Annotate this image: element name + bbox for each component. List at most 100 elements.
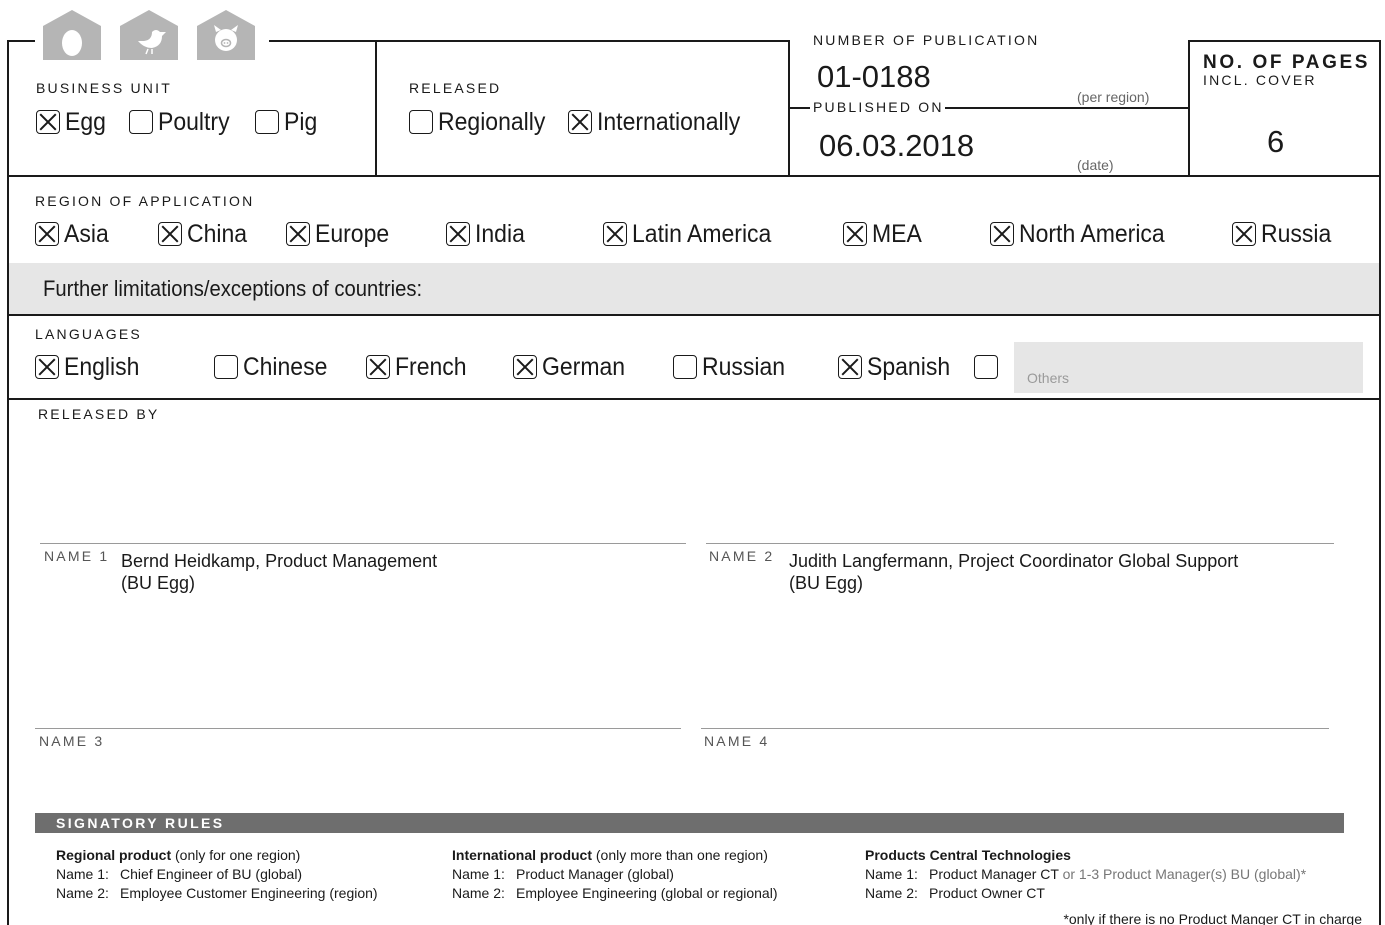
region-label: REGION OF APPLICATION xyxy=(35,193,255,209)
limitations-field[interactable]: Further limitations/exceptions of countr… xyxy=(9,263,1379,314)
region-europe-option[interactable]: Europe xyxy=(286,219,396,249)
region-mea-label: MEA xyxy=(872,219,922,248)
checkbox-checked[interactable] xyxy=(35,355,59,379)
lang-others-option[interactable] xyxy=(974,352,1003,382)
regional-heading: Regional product xyxy=(56,847,172,863)
checkbox-checked[interactable] xyxy=(603,222,627,246)
checkbox-unchecked[interactable] xyxy=(673,355,697,379)
international-name2-label: Name 2: xyxy=(452,885,505,901)
checkbox-checked[interactable] xyxy=(446,222,470,246)
regional-name1: Chief Engineer of BU (global) xyxy=(120,866,303,882)
lang-french-option[interactable]: French xyxy=(366,352,473,382)
central-name1-label: Name 1: xyxy=(865,866,918,882)
checkbox-checked[interactable] xyxy=(36,110,60,134)
others-placeholder: Others xyxy=(1027,370,1070,386)
released-regionally-label: Regionally xyxy=(438,107,546,136)
signatory-rules-title: SIGNATORY RULES xyxy=(56,815,225,831)
checkbox-checked[interactable] xyxy=(513,355,537,379)
lang-english-option[interactable]: English xyxy=(35,352,146,382)
signatory-footnote: *only if there is no Product Manger CT i… xyxy=(1063,911,1362,925)
bird-icon xyxy=(120,10,178,60)
checkbox-unchecked[interactable] xyxy=(214,355,238,379)
name3-label: NAME 3 xyxy=(39,733,105,749)
international-name1-label: Name 1: xyxy=(452,866,505,882)
checkbox-unchecked[interactable] xyxy=(974,355,998,379)
central-name2: Product Owner CT xyxy=(929,885,1045,901)
bu-pig-option[interactable]: Pig xyxy=(255,107,320,137)
pig-icon xyxy=(197,10,255,60)
checkbox-unchecked[interactable] xyxy=(129,110,153,134)
bu-pig-label: Pig xyxy=(284,107,318,136)
lang-russian-option[interactable]: Russian xyxy=(673,352,792,382)
region-asia-option[interactable]: Asia xyxy=(35,219,113,249)
lang-german-option[interactable]: German xyxy=(513,352,632,382)
lang-french-label: French xyxy=(395,352,467,381)
checkbox-checked[interactable] xyxy=(838,355,862,379)
region-india-label: India xyxy=(475,219,525,248)
name2-label: NAME 2 xyxy=(709,548,775,564)
region-china-label: China xyxy=(187,219,248,248)
region-latin-america-label: Latin America xyxy=(632,219,772,248)
region-mea-option[interactable]: MEA xyxy=(843,219,926,249)
lang-russian-label: Russian xyxy=(702,352,786,381)
central-name1-extra: or 1-3 Product Manager(s) BU (global)* xyxy=(1058,866,1307,882)
business-unit-label: BUSINESS UNIT xyxy=(36,80,172,96)
regional-name2-label: Name 2: xyxy=(56,885,109,901)
released-internationally-option[interactable]: Internationally xyxy=(568,107,753,137)
region-asia-label: Asia xyxy=(64,219,109,248)
lang-spanish-option[interactable]: Spanish xyxy=(838,352,957,382)
region-north-america-label: North America xyxy=(1019,219,1165,248)
central-technologies-rules: Products Central Technologies Name 1: Pro… xyxy=(865,846,1306,903)
region-europe-label: Europe xyxy=(315,219,390,248)
regional-name2: Employee Customer Engineering (region) xyxy=(120,885,378,901)
region-russia-label: Russia xyxy=(1261,219,1332,248)
checkbox-unchecked[interactable] xyxy=(409,110,433,134)
international-product-rules: International product (only more than on… xyxy=(452,846,778,903)
lang-chinese-option[interactable]: Chinese xyxy=(214,352,335,382)
region-latin-america-option[interactable]: Latin America xyxy=(603,219,783,249)
international-name1: Product Manager (global) xyxy=(516,866,674,882)
signatory-rules-header: SIGNATORY RULES xyxy=(35,813,1344,833)
others-input[interactable]: Others xyxy=(1014,342,1363,393)
pages-label: NO. OF PAGES xyxy=(1203,52,1371,73)
name2-line1: Judith Langfermann, Project Coordinator … xyxy=(789,551,1239,571)
regional-product-rules: Regional product (only for one region) N… xyxy=(56,846,378,903)
region-china-option[interactable]: China xyxy=(158,219,252,249)
publication-number-value: 01-0188 xyxy=(817,59,931,94)
checkbox-checked[interactable] xyxy=(990,222,1014,246)
international-name2: Employee Engineering (global or regional… xyxy=(516,885,778,901)
name1-value: Bernd Heidkamp, Product Management (BU E… xyxy=(121,550,437,594)
released-by-label: RELEASED BY xyxy=(38,406,160,422)
checkbox-checked[interactable] xyxy=(1232,222,1256,246)
pages-sublabel: INCL. COVER xyxy=(1203,72,1317,88)
languages-label: LANGUAGES xyxy=(35,326,142,342)
regional-note: (only for one region) xyxy=(171,847,301,863)
name2-line2: (BU Egg) xyxy=(789,573,864,593)
publication-number-hint: (per region) xyxy=(1077,89,1150,105)
name1-line1: Bernd Heidkamp, Product Management xyxy=(121,551,438,571)
lang-english-label: English xyxy=(64,352,140,381)
checkbox-checked[interactable] xyxy=(286,222,310,246)
bu-egg-option[interactable]: Egg xyxy=(36,107,109,137)
region-north-america-option[interactable]: North America xyxy=(990,219,1177,249)
published-date-hint: (date) xyxy=(1077,157,1114,173)
checkbox-checked[interactable] xyxy=(35,222,59,246)
checkbox-checked[interactable] xyxy=(843,222,867,246)
released-internationally-label: Internationally xyxy=(597,107,741,136)
limitations-label: Further limitations/exceptions of countr… xyxy=(43,276,423,301)
region-russia-option[interactable]: Russia xyxy=(1232,219,1337,249)
regional-name1-label: Name 1: xyxy=(56,866,109,882)
central-name1: Product Manager CT xyxy=(929,866,1059,882)
bu-egg-label: Egg xyxy=(65,107,106,136)
name1-label: NAME 1 xyxy=(44,548,110,564)
released-regionally-option[interactable]: Regionally xyxy=(409,107,555,137)
checkbox-checked[interactable] xyxy=(366,355,390,379)
bu-poultry-option[interactable]: Poultry xyxy=(129,107,236,137)
checkbox-unchecked[interactable] xyxy=(255,110,279,134)
international-heading: International product xyxy=(452,847,592,863)
checkbox-checked[interactable] xyxy=(158,222,182,246)
central-heading: Products Central Technologies xyxy=(865,847,1071,863)
bu-poultry-label: Poultry xyxy=(158,107,230,136)
checkbox-checked[interactable] xyxy=(568,110,592,134)
region-india-option[interactable]: India xyxy=(446,219,529,249)
